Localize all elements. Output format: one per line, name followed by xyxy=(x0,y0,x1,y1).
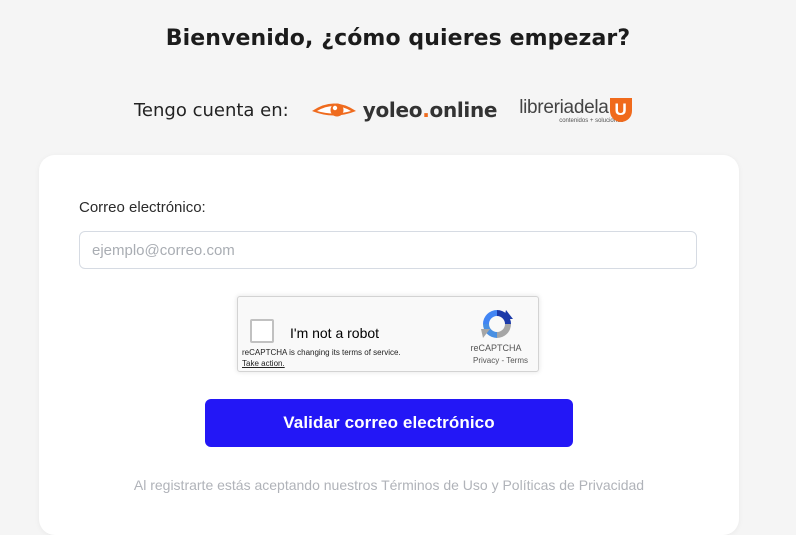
libreria-u-icon: U xyxy=(609,98,632,122)
yoleo-logo-text: yoleo.online xyxy=(362,98,498,122)
eye-logo-icon xyxy=(311,103,356,117)
recaptcha-logo-icon xyxy=(481,310,513,338)
account-label: Tengo cuenta en: xyxy=(134,99,289,121)
recaptcha-notice: reCAPTCHA is changing its terms of servi… xyxy=(242,347,401,369)
recaptcha-links: Privacy - Terms xyxy=(473,356,528,365)
account-providers: Tengo cuenta en: yoleo.online libreriade… xyxy=(134,92,632,128)
recaptcha-brand: reCAPTCHA xyxy=(470,343,522,353)
validate-email-button[interactable]: Validar correo electrónico xyxy=(205,399,573,447)
libreria-logo: libreriadela U xyxy=(519,96,632,122)
recaptcha-checkbox[interactable] xyxy=(250,319,274,343)
terms-prefix: Al registrarte estás aceptando nuestros xyxy=(133,477,382,493)
recaptcha-label: I'm not a robot xyxy=(290,325,380,341)
terms-of-use-link[interactable]: Términos de Uso xyxy=(381,477,488,493)
email-field[interactable] xyxy=(79,231,697,269)
terms-notice: Al registrarte estás aceptando nuestros … xyxy=(39,477,739,493)
recaptcha-widget: I'm not a robot reCAPTCHA is changing it… xyxy=(237,296,539,372)
libreria-logo-text: libreriadela xyxy=(519,97,609,118)
privacy-policy-link[interactable]: Políticas de Privacidad xyxy=(502,477,644,493)
yoleo-login-link[interactable]: yoleo.online xyxy=(311,98,498,122)
page-title: Bienvenido, ¿cómo quieres empezar? xyxy=(165,26,631,51)
recaptcha-notice-text: reCAPTCHA is changing its terms of servi… xyxy=(242,348,401,357)
recaptcha-take-action-link[interactable]: Take action. xyxy=(242,358,401,369)
terms-and: y xyxy=(487,477,503,493)
signup-card: Correo electrónico: I'm not a robot reCA… xyxy=(39,155,739,535)
recaptcha-terms-link[interactable]: Terms xyxy=(506,356,528,365)
libreriadelau-login-link[interactable]: libreriadela U contenidos + soluciones xyxy=(519,96,632,124)
email-label: Correo electrónico: xyxy=(79,199,206,216)
recaptcha-privacy-link[interactable]: Privacy xyxy=(473,356,499,365)
